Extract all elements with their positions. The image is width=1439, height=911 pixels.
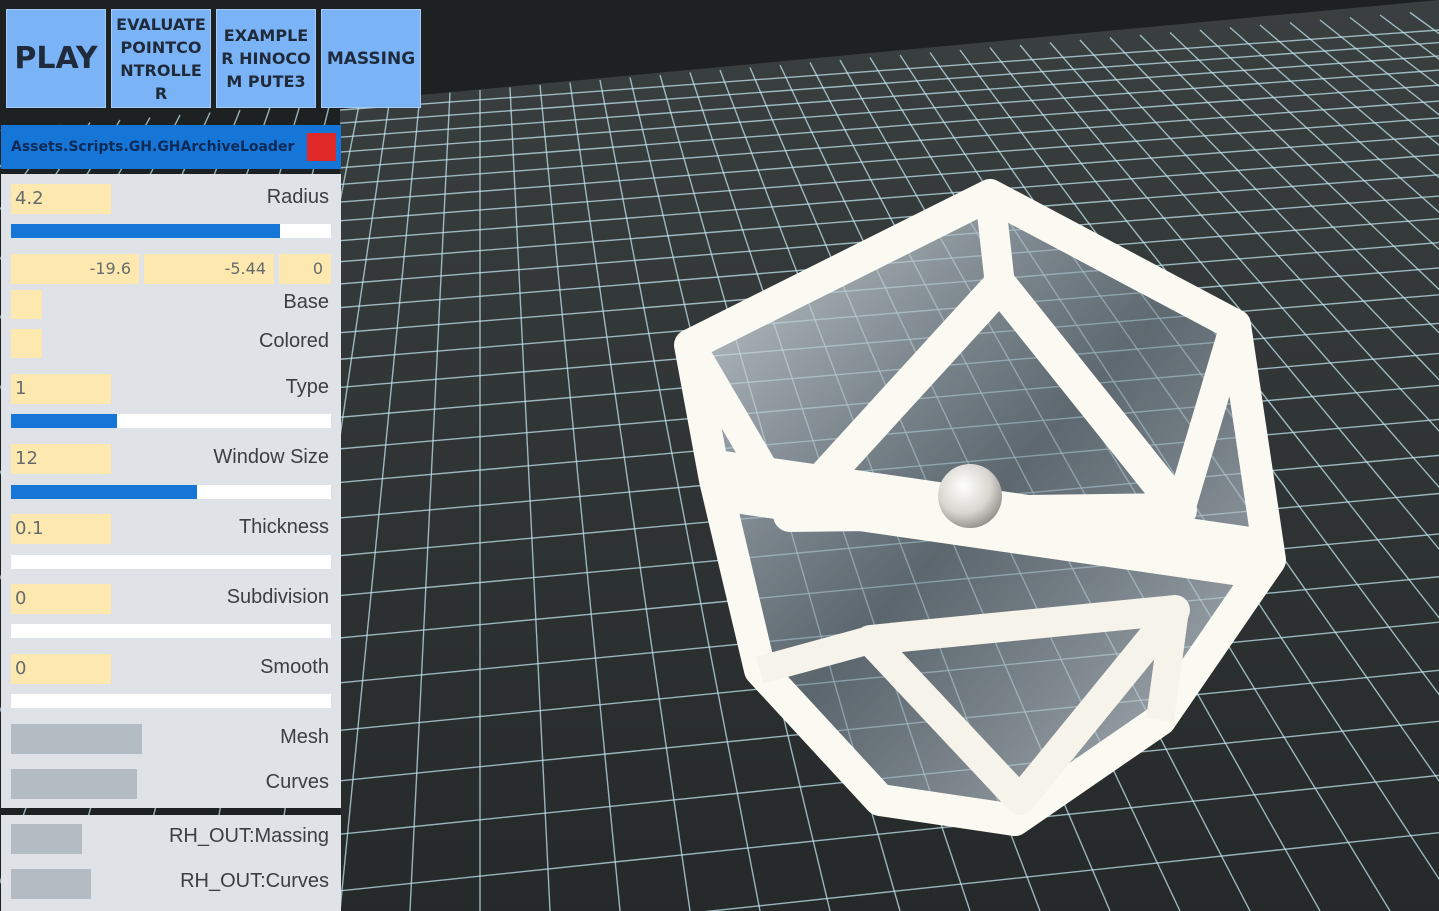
radius-label: Radius — [266, 186, 329, 208]
curves-label: Curves — [265, 771, 329, 793]
parameter-panel: 4.2 Radius -19.6 -5.44 0 Base Colored 1 … — [1, 174, 341, 808]
massing-button-label: MASSING — [326, 48, 416, 69]
point-y-input[interactable]: -5.44 — [144, 254, 274, 284]
mesh-label: Mesh — [280, 726, 329, 748]
play-button-label: PLAY — [14, 41, 98, 76]
type-label: Type — [285, 376, 329, 398]
colored-label: Colored — [258, 330, 329, 352]
evaluate-button-label: EVALUATE POINTCO NTROLLER — [116, 14, 206, 103]
subdivision-label: Subdivision — [226, 586, 329, 608]
type-slider-fill — [11, 414, 117, 428]
rh-out-curves-slot[interactable] — [11, 869, 91, 899]
base-label: Base — [283, 291, 329, 313]
mesh-output-slot[interactable] — [11, 724, 142, 754]
close-icon[interactable] — [307, 133, 336, 161]
colored-toggle[interactable] — [11, 329, 42, 358]
point-x-input[interactable]: -19.6 — [11, 254, 139, 284]
rh-out-massing-slot[interactable] — [11, 824, 82, 854]
smooth-slider[interactable] — [11, 694, 331, 708]
play-button[interactable]: PLAY — [6, 9, 106, 108]
rh-out-massing-label: RH_OUT:Massing — [168, 825, 329, 847]
radius-slider[interactable] — [11, 224, 331, 238]
radius-slider-fill — [11, 224, 280, 238]
archive-loader-header: Assets.Scripts.GH.GHArchiveLoader — [1, 125, 341, 169]
type-input[interactable]: 1 — [11, 374, 111, 404]
control-point-sphere[interactable] — [938, 464, 1002, 528]
base-toggle[interactable] — [11, 290, 42, 319]
massing-button[interactable]: MASSING — [321, 9, 421, 108]
point-z-input[interactable]: 0 — [279, 254, 331, 284]
window-size-label: Window Size — [213, 446, 329, 468]
window-size-slider[interactable] — [11, 485, 331, 499]
curves-output-slot[interactable] — [11, 769, 137, 799]
exampler-rhinocompute-button[interactable]: EXAMPLER HINOCOM PUTE3 — [216, 9, 316, 108]
evaluate-pointcontroller-button[interactable]: EVALUATE POINTCO NTROLLER — [111, 9, 211, 108]
window-size-input[interactable]: 12 — [11, 444, 111, 474]
subdivision-slider[interactable] — [11, 624, 331, 638]
subdivision-input[interactable]: 0 — [11, 584, 111, 614]
archive-loader-title: Assets.Scripts.GH.GHArchiveLoader — [11, 139, 295, 155]
window-size-slider-fill — [11, 485, 197, 499]
smooth-input[interactable]: 0 — [11, 654, 111, 684]
radius-input[interactable]: 4.2 — [11, 184, 111, 214]
rh-out-curves-label: RH_OUT:Curves — [180, 870, 329, 892]
rhino-output-panel: RH_OUT:Massing RH_OUT:Curves — [1, 815, 341, 911]
thickness-input[interactable]: 0.1 — [11, 514, 111, 544]
smooth-label: Smooth — [260, 656, 329, 678]
exampler-button-label: EXAMPLER HINOCOM PUTE3 — [221, 26, 311, 91]
type-slider[interactable] — [11, 414, 331, 428]
thickness-label: Thickness — [238, 516, 329, 538]
thickness-slider[interactable] — [11, 555, 331, 569]
